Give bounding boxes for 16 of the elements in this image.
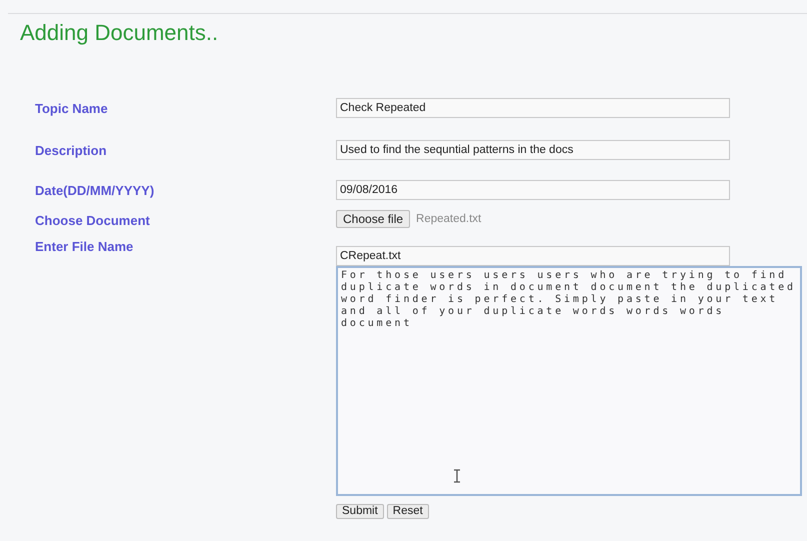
text-field[interactable]: CRepeat.txt xyxy=(336,246,730,266)
field-label: Date(DD/MM/YYYY) xyxy=(35,183,154,198)
form-button[interactable]: Reset xyxy=(386,504,429,519)
text-field[interactable]: Used to find the sequntial patterns in the docs xyxy=(336,140,730,160)
file-name: Repeated.txt xyxy=(416,213,482,225)
form-button[interactable]: Submit xyxy=(336,504,384,519)
field-label: Description xyxy=(35,143,107,158)
field-label: Topic Name xyxy=(35,101,108,116)
field-label: Choose Document xyxy=(35,213,150,228)
choose-file-button[interactable]: Choose file xyxy=(336,210,410,228)
text-field[interactable]: 09/08/2016 xyxy=(336,180,730,200)
text-field[interactable]: Check Repeated xyxy=(336,98,730,118)
text-cursor-icon xyxy=(453,469,461,483)
text-area[interactable]: For those users users users who are trying to find duplicate words in document document the duplicated word finder is perfect. Simply paste in your text and all of your duplicate words words words document xyxy=(336,266,802,496)
page-title: Adding Documents.. xyxy=(20,20,220,46)
field-label: Enter File Name xyxy=(35,239,134,254)
